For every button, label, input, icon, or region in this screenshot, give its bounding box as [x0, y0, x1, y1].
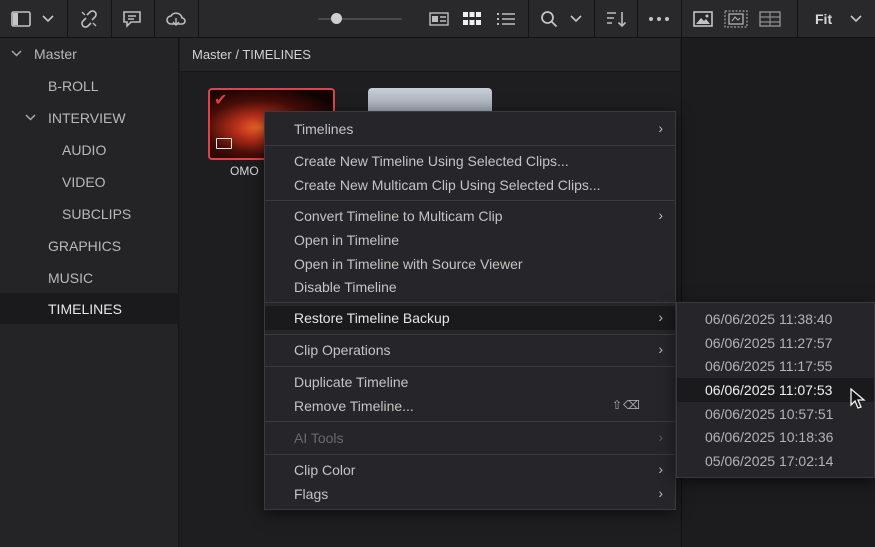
- sidebar-item-label: VIDEO: [62, 173, 106, 190]
- chevron-right-icon: ›: [658, 207, 663, 223]
- grid-view-icon[interactable]: [459, 0, 485, 38]
- search-icon[interactable]: [536, 0, 562, 38]
- chevron-right-icon: ›: [658, 429, 663, 445]
- menu-item-label: AI Tools: [294, 430, 344, 446]
- menu-item-flags[interactable]: Flags ›: [265, 482, 675, 506]
- menu-item-clip-operations[interactable]: Clip Operations ›: [265, 338, 675, 362]
- chevron-right-icon: ›: [658, 485, 663, 501]
- chevron-right-icon: ›: [658, 341, 663, 357]
- sort-icon[interactable]: [602, 0, 630, 38]
- toolbar: Fit: [0, 0, 875, 38]
- sidebar-item-label: TIMELINES: [48, 300, 122, 317]
- sidebar-item-master[interactable]: Master: [0, 38, 179, 69]
- menu-item-ai-tools: AI Tools ›: [265, 426, 675, 450]
- sidebar-item-b-roll[interactable]: B-ROLL: [0, 70, 179, 101]
- chevron-right-icon: ›: [658, 309, 663, 325]
- menu-item-create-multicam-clip[interactable]: Create New Multicam Clip Using Selected …: [265, 173, 675, 197]
- shortcut-label: ⇧⌫: [611, 398, 641, 412]
- sidebar-item-timelines[interactable]: TIMELINES: [0, 293, 179, 324]
- breadcrumb: Master / TIMELINES: [180, 38, 680, 72]
- chevron-down-icon[interactable]: [11, 48, 22, 60]
- sidebar-toggle-icon[interactable]: [6, 0, 36, 38]
- checkmark-icon: ✔: [214, 92, 228, 109]
- menu-item-label: Timelines: [294, 121, 354, 137]
- menu-item-label: Flags: [294, 486, 329, 502]
- backup-item[interactable]: 06/06/2025 10:18:36: [677, 425, 874, 449]
- menu-item-label: Clip Operations: [294, 342, 391, 358]
- menu-item-label: Remove Timeline...: [294, 398, 414, 414]
- menu-item-timelines[interactable]: Timelines ›: [265, 117, 675, 141]
- sidebar-item-label: SUBCLIPS: [62, 205, 132, 222]
- sidebar-item-label: INTERVIEW: [48, 109, 126, 126]
- menu-item-label: Open in Timeline: [294, 232, 400, 248]
- filmstrip-icon[interactable]: [722, 0, 750, 38]
- chevron-right-icon: ›: [658, 461, 663, 477]
- menu-item-label: Disable Timeline: [294, 279, 397, 295]
- menu-item-label: Duplicate Timeline: [294, 374, 409, 390]
- comment-icon[interactable]: [117, 0, 147, 38]
- menu-item-duplicate-timeline[interactable]: Duplicate Timeline: [265, 370, 675, 394]
- backup-item[interactable]: 06/06/2025 10:57:51: [677, 402, 874, 426]
- clip-thumbnail[interactable]: [368, 88, 492, 112]
- sidebar-item-music[interactable]: MUSIC: [0, 262, 179, 293]
- cloud-icon[interactable]: [161, 0, 191, 38]
- timeline-backup-submenu: 06/06/2025 11:38:40 06/06/2025 11:27:57 …: [676, 302, 875, 478]
- metadata-view-icon[interactable]: [425, 0, 453, 38]
- list-view-icon[interactable]: [494, 0, 518, 38]
- menu-item-open-in-timeline[interactable]: Open in Timeline: [265, 228, 675, 252]
- backup-item[interactable]: 06/06/2025 11:38:40: [677, 307, 874, 331]
- backup-item-hovered[interactable]: 06/06/2025 11:07:53: [677, 378, 874, 402]
- sidebar-item-subclips[interactable]: SUBCLIPS: [0, 198, 179, 229]
- sidebar-item-graphics[interactable]: GRAPHICS: [0, 230, 179, 261]
- menu-item-create-new-timeline[interactable]: Create New Timeline Using Selected Clips…: [265, 149, 675, 173]
- context-menu: Timelines › Create New Timeline Using Se…: [264, 111, 676, 510]
- fit-zoom-label[interactable]: Fit: [815, 11, 832, 27]
- menu-item-clip-color[interactable]: Clip Color ›: [265, 458, 675, 482]
- sidebar-item-label: B-ROLL: [48, 77, 99, 94]
- chevron-right-icon: ›: [658, 120, 663, 136]
- grid-split-icon[interactable]: [756, 0, 784, 38]
- bin-sidebar: Master B-ROLL INTERVIEW AUDIO VIDEO SUBC…: [0, 38, 179, 547]
- menu-item-remove-timeline[interactable]: Remove Timeline... ⇧⌫: [265, 394, 675, 418]
- menu-item-label: Create New Multicam Clip Using Selected …: [294, 177, 601, 193]
- menu-item-label: Open in Timeline with Source Viewer: [294, 256, 523, 272]
- sidebar-item-video[interactable]: VIDEO: [0, 166, 179, 197]
- timeline-icon: [216, 138, 232, 149]
- more-icon[interactable]: [645, 0, 673, 38]
- backup-item[interactable]: 06/06/2025 11:17:55: [677, 354, 874, 378]
- menu-item-label: Convert Timeline to Multicam Clip: [294, 208, 503, 224]
- chevron-down-icon[interactable]: [25, 112, 36, 124]
- sidebar-item-label: AUDIO: [62, 141, 107, 158]
- backup-item[interactable]: 06/06/2025 11:27:57: [677, 331, 874, 355]
- menu-item-disable-timeline[interactable]: Disable Timeline: [265, 275, 675, 299]
- sidebar-item-interview[interactable]: INTERVIEW: [0, 102, 179, 133]
- image-icon[interactable]: [690, 0, 716, 38]
- sidebar-item-audio[interactable]: AUDIO: [0, 134, 179, 165]
- sidebar-item-label: MUSIC: [48, 269, 94, 286]
- backup-item[interactable]: 05/06/2025 17:02:14: [677, 449, 874, 473]
- menu-item-label: Create New Timeline Using Selected Clips…: [294, 153, 569, 169]
- sidebar-item-label: GRAPHICS: [48, 237, 122, 254]
- chevron-down-icon[interactable]: [38, 0, 58, 38]
- fit-chevron-down-icon[interactable]: [846, 0, 866, 38]
- zoom-slider-handle[interactable]: [331, 13, 342, 24]
- menu-item-label: Clip Color: [294, 462, 356, 478]
- menu-item-restore-timeline-backup[interactable]: Restore Timeline Backup ›: [265, 306, 675, 330]
- menu-item-label: Restore Timeline Backup: [294, 310, 450, 326]
- clip-label: OMO: [230, 164, 259, 178]
- menu-item-convert-to-multicam[interactable]: Convert Timeline to Multicam Clip ›: [265, 204, 675, 228]
- menu-item-open-with-source-viewer[interactable]: Open in Timeline with Source Viewer: [265, 252, 675, 276]
- sidebar-item-label: Master: [34, 45, 77, 62]
- search-chevron-down-icon[interactable]: [566, 0, 586, 38]
- mouse-cursor-icon: [850, 387, 866, 413]
- unlink-icon[interactable]: [74, 0, 104, 38]
